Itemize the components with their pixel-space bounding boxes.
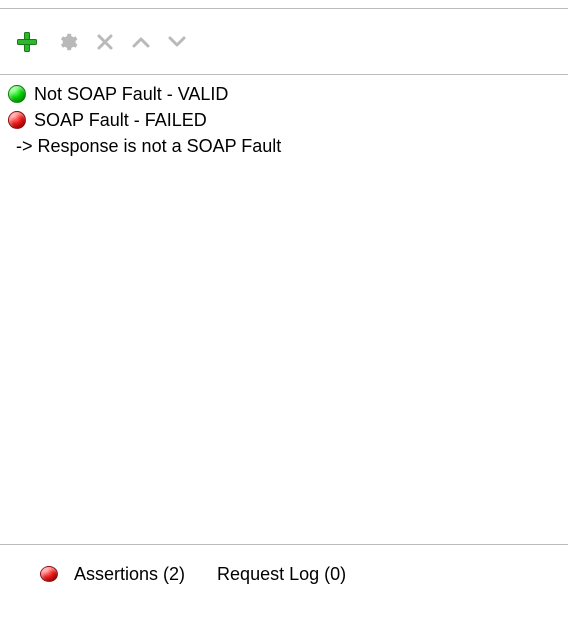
assertion-item-label: SOAP Fault - FAILED (34, 107, 207, 133)
status-dot-failed (8, 111, 26, 129)
assertion-list-pane: Not SOAP Fault - VALID SOAP Fault - FAIL… (0, 75, 568, 545)
add-assertion-button[interactable] (16, 31, 38, 53)
bottom-tab-bar: Assertions (2) Request Log (0) (0, 545, 568, 603)
status-dot-valid (8, 85, 26, 103)
chevron-up-icon (132, 35, 150, 49)
x-icon (96, 33, 114, 51)
assertion-item[interactable]: SOAP Fault - FAILED (8, 107, 560, 133)
status-dot-failed (40, 566, 58, 582)
settings-button[interactable] (56, 31, 78, 53)
tab-label: Request Log (0) (217, 564, 346, 585)
chevron-down-icon (168, 35, 186, 49)
assertion-item-label: Not SOAP Fault - VALID (34, 81, 228, 107)
assertion-message-text: -> Response is not a SOAP Fault (16, 136, 281, 156)
gear-icon (56, 31, 78, 53)
toolbar (0, 9, 568, 75)
remove-assertion-button[interactable] (96, 33, 114, 51)
move-down-button[interactable] (168, 35, 186, 49)
plus-icon (16, 31, 38, 53)
top-divider (0, 0, 568, 9)
tab-label: Assertions (2) (74, 564, 185, 585)
tab-request-log[interactable]: Request Log (0) (217, 564, 346, 585)
move-up-button[interactable] (132, 35, 150, 49)
assertion-message: -> Response is not a SOAP Fault (8, 133, 560, 159)
tab-assertions[interactable]: Assertions (2) (40, 564, 185, 585)
assertion-item[interactable]: Not SOAP Fault - VALID (8, 81, 560, 107)
